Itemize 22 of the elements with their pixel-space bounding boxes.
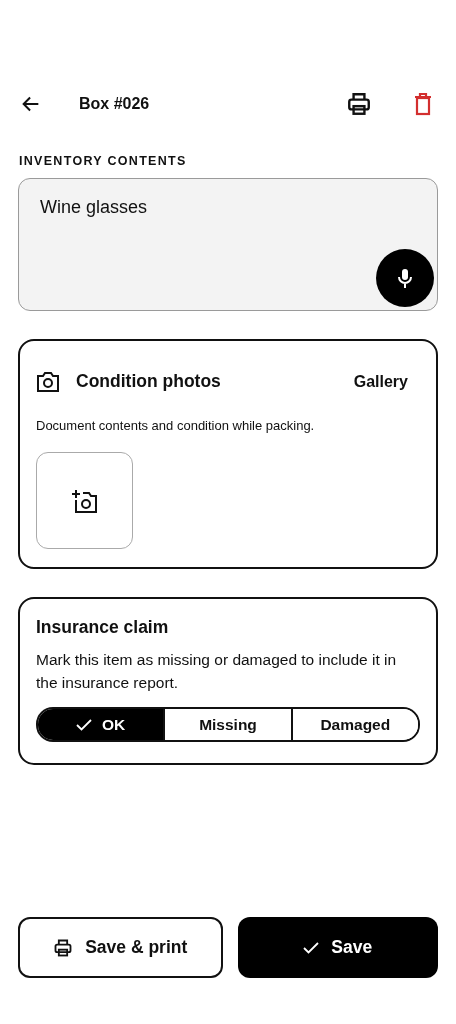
- status-option[interactable]: OK: [38, 709, 164, 740]
- card-description: Document contents and condition while packing.: [36, 418, 316, 433]
- microphone-icon: [395, 267, 415, 289]
- microphone-button[interactable]: [376, 249, 434, 307]
- save-button[interactable]: Save: [237, 917, 438, 978]
- page-title: Box #026: [79, 95, 151, 113]
- status-option[interactable]: Damaged: [290, 709, 418, 740]
- card-description: Mark this item as missing or damaged to include it in the insurance report.: [36, 650, 398, 693]
- camera-icon: [36, 371, 60, 392]
- add-photo-icon: [71, 488, 98, 513]
- gallery-button[interactable]: Gallery: [353, 372, 408, 391]
- add-photo-button[interactable]: [36, 452, 133, 549]
- print-icon[interactable]: [346, 91, 372, 117]
- section-label: INVENTORY CONTENTS: [19, 154, 187, 168]
- check-icon: [76, 718, 93, 731]
- delete-icon[interactable]: [412, 92, 434, 116]
- contents-field[interactable]: Wine glasses: [18, 178, 438, 311]
- save-print-button[interactable]: Save & print: [18, 917, 223, 978]
- printer-icon: [53, 937, 74, 958]
- card-title: Condition photos: [76, 371, 222, 392]
- card-title: Insurance claim: [36, 617, 170, 638]
- check-icon: [303, 941, 320, 954]
